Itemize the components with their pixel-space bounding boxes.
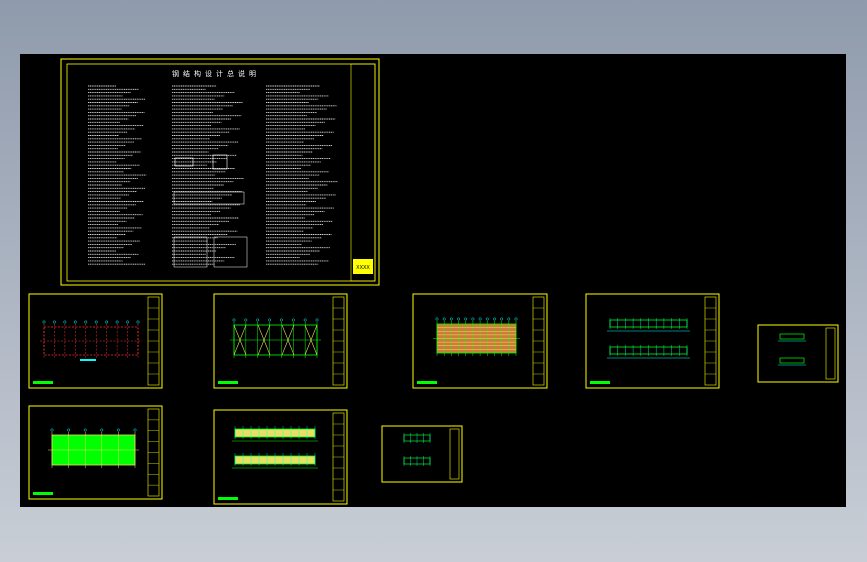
grid-bubble (514, 317, 518, 321)
sheet-border (585, 293, 720, 389)
grid-bubble (485, 317, 489, 321)
grid-bubble (105, 320, 109, 324)
grid-bubble (84, 320, 88, 324)
elevations-b-sheet[interactable] (213, 409, 348, 505)
grid-bubble (457, 317, 460, 321)
grid-bubble (63, 320, 67, 324)
grid-bubble (136, 320, 140, 324)
sheet-label-bar (417, 381, 437, 384)
sheet-label-bar (33, 492, 53, 495)
plan-caption (80, 359, 96, 361)
grid-bubble (279, 318, 283, 322)
grid-bubble (493, 317, 496, 321)
detail-outline (779, 357, 805, 364)
detail-sheet[interactable] (757, 324, 839, 383)
grid-bubble (478, 317, 482, 321)
grid-bubble (507, 317, 511, 321)
grid-bubble (435, 317, 439, 321)
grid-bubble (73, 320, 77, 324)
roof-plan-green-sheet[interactable] (28, 405, 163, 500)
title-block-stamp: XXXX (356, 265, 370, 271)
grid-bubble (256, 318, 260, 322)
grid-bubble (464, 317, 468, 321)
cover-sheet[interactable]: XXXX 钢结构设计总说明 (60, 58, 380, 286)
grid-bubble (126, 320, 130, 324)
grid-bubble (244, 318, 248, 322)
grid-bubble (42, 320, 46, 324)
grid-bubble (500, 317, 504, 321)
detail-outline (779, 333, 805, 340)
grid-bubble (100, 428, 104, 432)
purlin-plan-sheet[interactable] (412, 293, 548, 389)
grid-bubble (471, 317, 475, 321)
grid-bubble (52, 320, 56, 324)
grid-bubble (291, 318, 295, 322)
sheet-label-bar (218, 497, 238, 500)
cad-model-space[interactable]: XXXX 钢结构设计总说明 (20, 54, 846, 507)
grid-bubble (449, 317, 453, 321)
grid-bubble (116, 428, 120, 432)
foundation-plan-sheet[interactable] (28, 293, 163, 389)
title-block (449, 428, 460, 480)
grid-bubble (133, 428, 137, 432)
drawing-canvas[interactable]: XXXX 钢结构设计总说明 (20, 54, 846, 507)
grid-bubble (115, 320, 119, 324)
elevations-a-sheet[interactable] (585, 293, 720, 389)
grid-bubble (232, 318, 236, 322)
grid-bubble (268, 318, 272, 322)
sheet-label-bar (590, 381, 610, 384)
grid-bubble (303, 318, 307, 322)
sheet-label-bar (33, 381, 53, 384)
title-block (825, 327, 836, 380)
roof-framing-plan-sheet[interactable] (213, 293, 348, 389)
grid-bubble (50, 428, 54, 432)
grid-bubble (67, 428, 71, 432)
sheet-label-bar (218, 381, 238, 384)
section-details-sheet[interactable] (381, 425, 463, 483)
cover-notes-text (88, 85, 338, 265)
grid-bubble (83, 428, 87, 432)
grid-bubble (94, 320, 98, 324)
cover-title: 钢结构设计总说明 (172, 69, 260, 78)
grid-bubble (442, 317, 446, 321)
grid-bubble (315, 318, 319, 322)
